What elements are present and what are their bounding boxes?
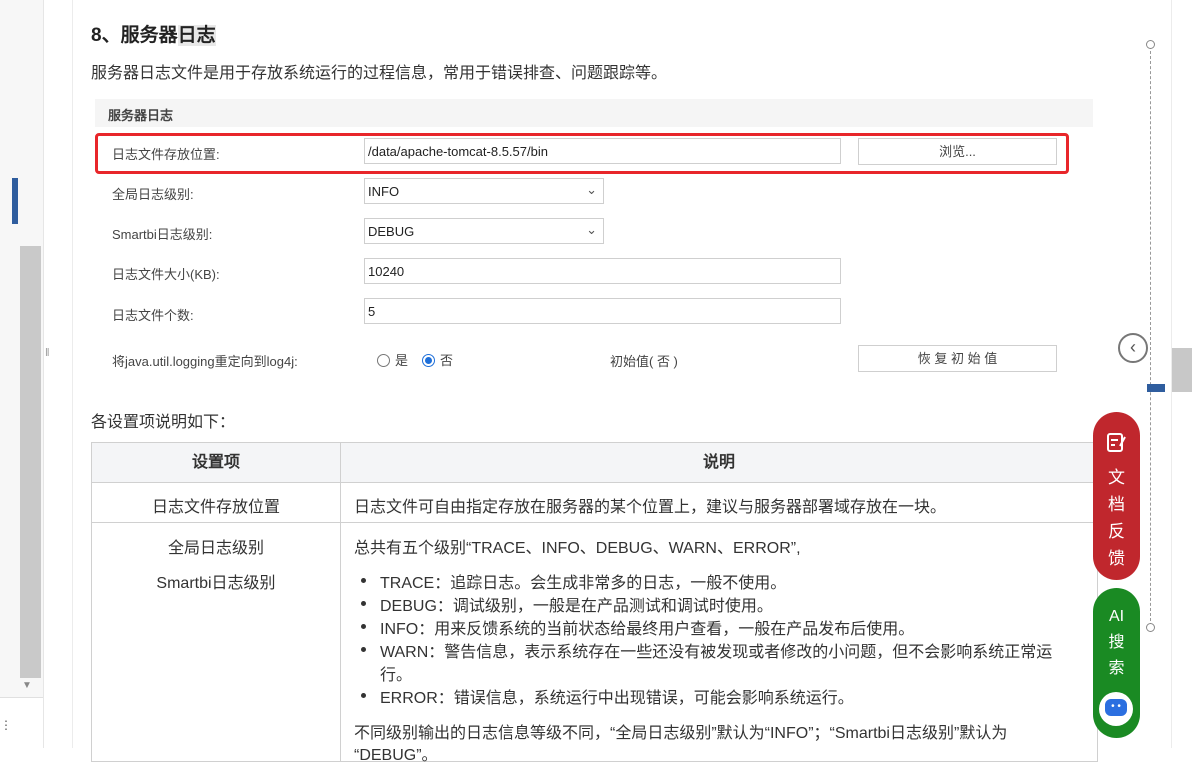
resize-handle-icon[interactable]: ‖: [45, 347, 50, 359]
left-scrollbar-thumb[interactable]: [20, 246, 41, 678]
intro-text: 各设置项说明如下：: [91, 414, 236, 431]
table-header-desc: 说明: [340, 442, 1098, 483]
bullet-icon: [361, 601, 366, 606]
section-title: 8、服务器日志: [91, 25, 216, 46]
highlight-box: [95, 133, 1069, 174]
log-size-input[interactable]: 10240: [364, 258, 841, 284]
section-description: 服务器日志文件是用于存放系统运行的过程信息，常用于错误排查、问题跟踪等。: [91, 65, 668, 82]
smartbi-level-label: Smartbi日志级别:: [112, 227, 213, 242]
chevron-down-icon: ⌄: [586, 182, 597, 197]
list-item: WARN：警告信息，表示系统存在一些还没有被发现或者修改的小问题，但不会影响系统…: [380, 644, 1053, 661]
table-cell: [91, 522, 341, 762]
restore-default-button[interactable]: 恢 复 初 始 值: [858, 345, 1057, 372]
bullet-icon: [361, 578, 366, 583]
edit-note-icon: [1106, 432, 1127, 460]
log-count-input[interactable]: 5: [364, 298, 841, 324]
row2-item-global: 全局日志级别: [167, 540, 264, 557]
row1-item: 日志文件存放位置: [151, 499, 280, 516]
chat-icon: • •: [1099, 692, 1133, 726]
row1-desc: 日志文件可自由指定存放在服务器的某个位置上，建议与服务器部署域存放在一块。: [354, 499, 947, 516]
rail-dot-top[interactable]: [1146, 40, 1155, 49]
settings-panel-header: 服务器日志: [95, 99, 1093, 127]
feedback-label: 文档反馈: [1108, 468, 1125, 568]
bullet-icon: [361, 693, 366, 698]
radio-yes[interactable]: [377, 354, 390, 367]
list-item: ERROR：错误信息，系统运行中出现错误，可能会影响系统运行。: [380, 690, 854, 707]
global-level-select[interactable]: INFO ⌄: [364, 178, 604, 204]
list-item: DEBUG：调试级别，一般是在产品测试和调试时使用。: [380, 598, 773, 615]
ai-search-label: AI 搜索: [1108, 608, 1125, 677]
table-header-item: 设置项: [91, 442, 341, 483]
ai-search-button[interactable]: AI 搜索 • •: [1093, 588, 1140, 738]
radio-no[interactable]: [422, 354, 435, 367]
radio-yes-label: 是: [395, 353, 409, 368]
radio-no-label: 否: [440, 353, 454, 368]
right-scrollbar-thumb[interactable]: [1172, 348, 1192, 392]
smartbi-level-select[interactable]: DEBUG ⌄: [364, 218, 604, 244]
collapse-icon[interactable]: ‹: [1118, 333, 1148, 363]
scroll-down-icon[interactable]: ▼: [22, 680, 32, 691]
list-item: TRACE：追踪日志。会生成非常多的日志，一般不使用。: [380, 575, 787, 592]
rail-position-marker: [1147, 384, 1165, 392]
chevron-down-icon: ⌄: [586, 222, 597, 237]
outline-rail: [1150, 46, 1151, 626]
row2-summary: 总共有五个级别“TRACE、INFO、DEBUG、WARN、ERROR”,: [354, 540, 801, 557]
log-size-label: 日志文件大小(KB):: [112, 267, 220, 282]
list-item-continued: 行。: [380, 667, 413, 684]
redirect-label: 将java.util.logging重定向到log4j:: [112, 354, 298, 369]
bullet-icon: [361, 647, 366, 652]
row2-item-smartbi: Smartbi日志级别: [156, 575, 276, 592]
active-nav-marker: [12, 178, 18, 224]
rail-dot-bottom[interactable]: [1146, 623, 1155, 632]
row2-note-continued: “DEBUG”。: [354, 747, 438, 764]
more-icon[interactable]: ⋮: [0, 718, 12, 732]
initial-value-text: 初始值( 否 ): [610, 354, 678, 369]
row2-note: 不同级别输出的日志信息等级不同，“全局日志级别”默认为“INFO”；“Smart…: [354, 725, 1008, 742]
global-level-label: 全局日志级别:: [112, 187, 194, 202]
list-item: INFO：用来反馈系统的当前状态给最终用户查看，一般在产品发布后使用。: [380, 621, 915, 638]
doc-feedback-button[interactable]: 文档反馈: [1093, 412, 1140, 580]
bullet-icon: [361, 624, 366, 629]
log-count-label: 日志文件个数:: [112, 308, 194, 323]
